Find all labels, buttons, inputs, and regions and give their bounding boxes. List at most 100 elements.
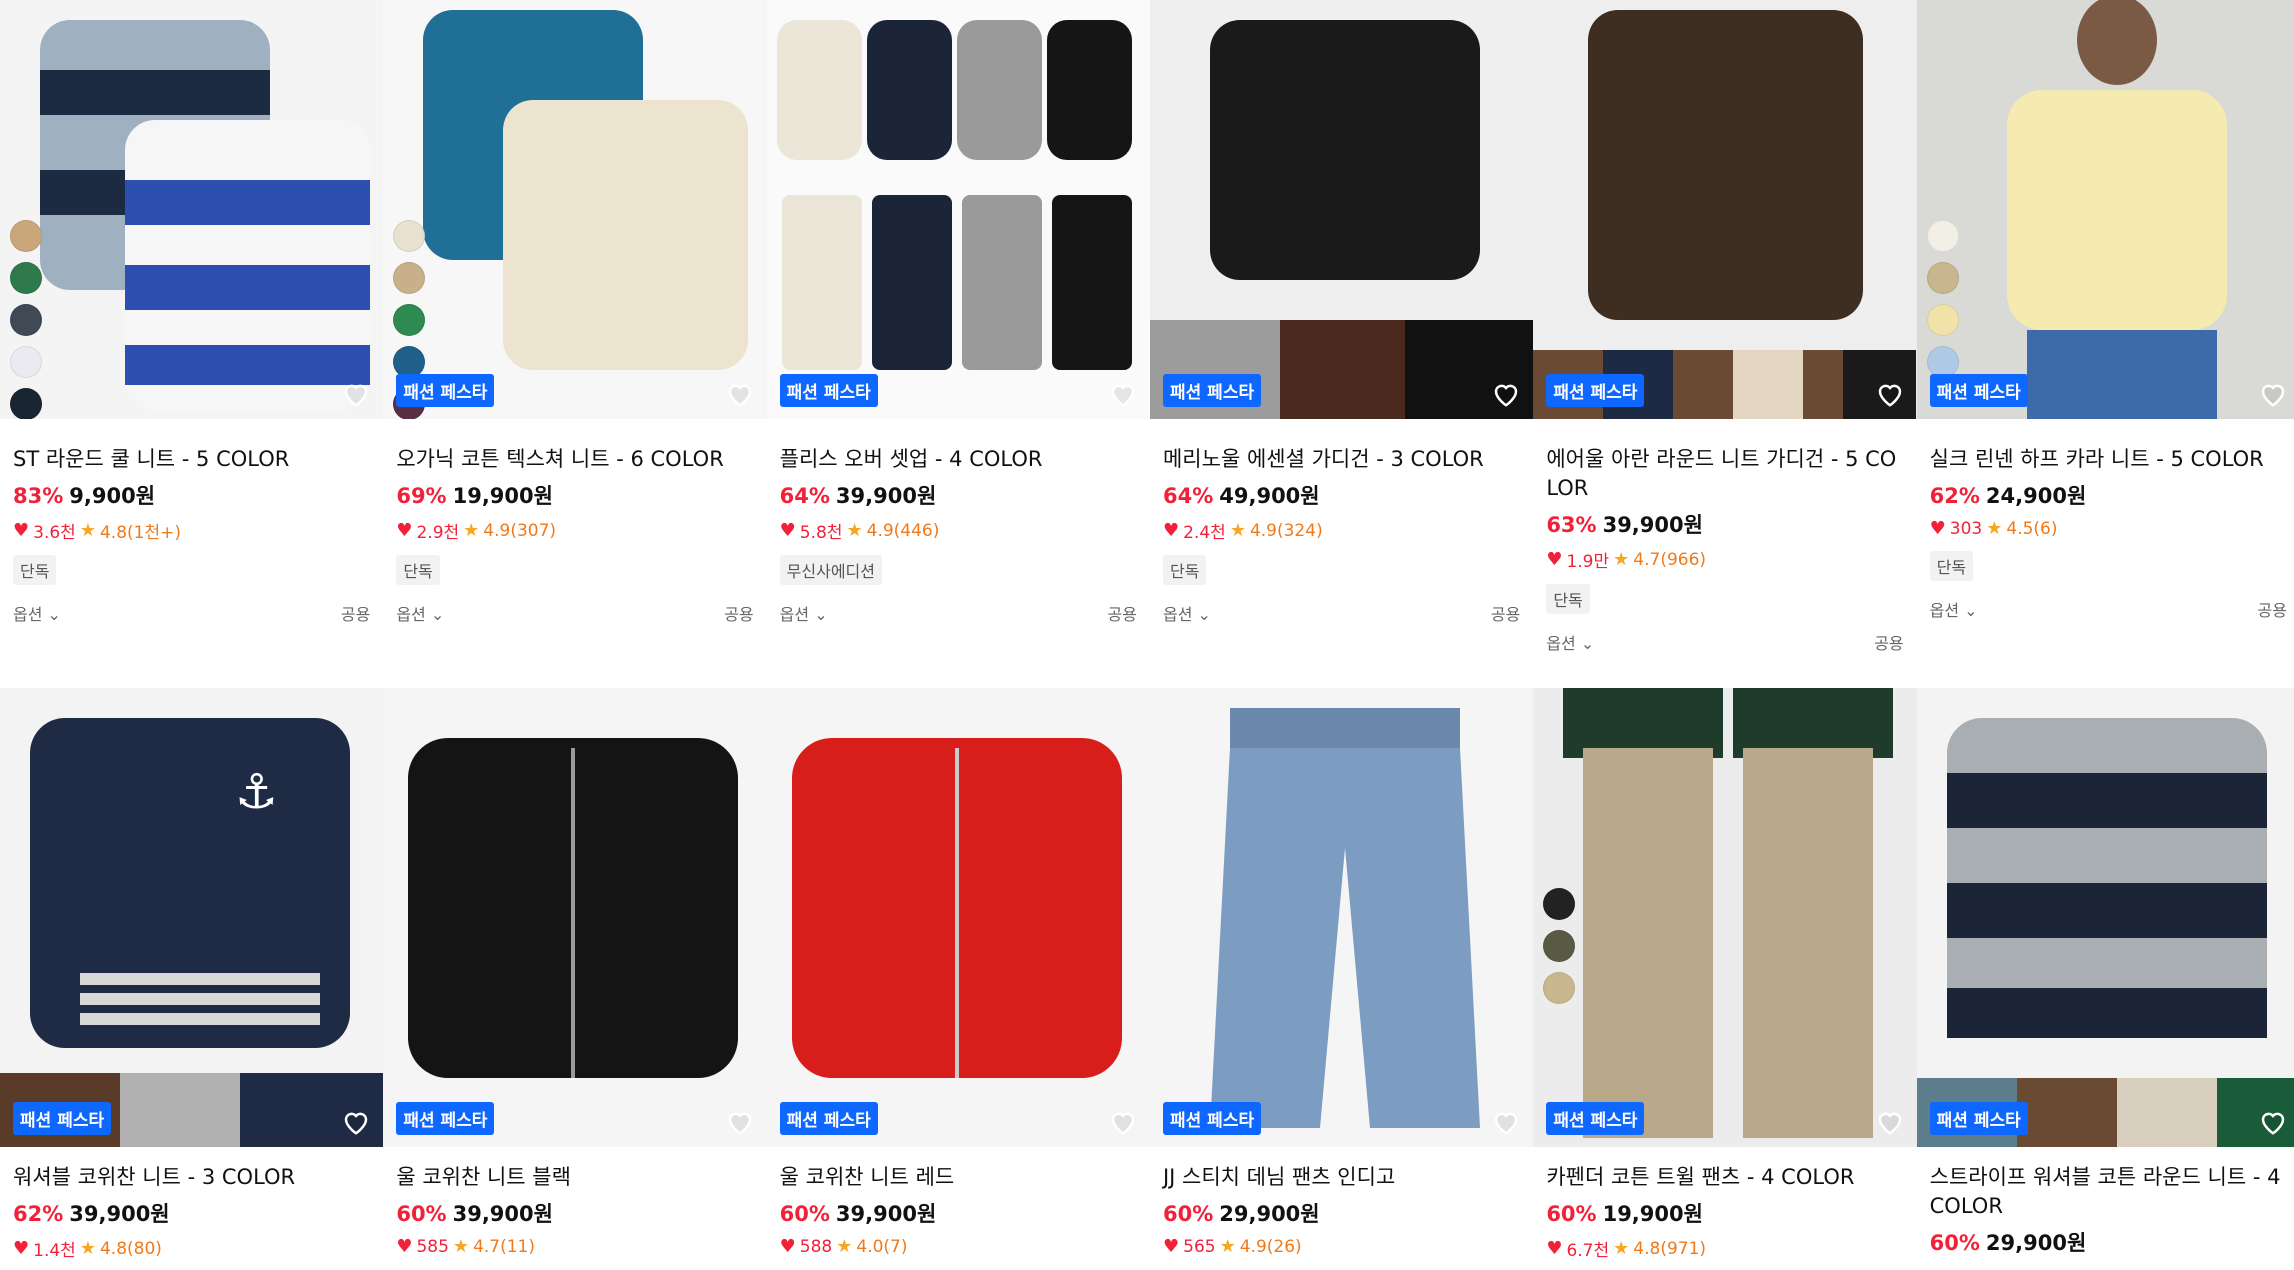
- product-photo: [40, 20, 370, 410]
- product-image[interactable]: 패션 페스타: [383, 688, 767, 1147]
- product-card[interactable]: 패션 페스타 JJ 스티치 데님 팬츠 인디고 60% 29,900원 ♥ 565 ★…: [1149, 688, 1534, 1270]
- option-dropdown[interactable]: 옵션: [396, 601, 444, 625]
- product-image[interactable]: ⚓ 패션 페스타: [0, 688, 384, 1147]
- product-title[interactable]: ST 라운드 쿨 니트 - 5 COLOR: [13, 445, 370, 474]
- product-card[interactable]: 패션 페스타 스트라이프 워셔블 코튼 라운드 니트 - 4 COLOR 60%…: [1916, 688, 2294, 1270]
- product-image[interactable]: 패션 페스타: [1916, 0, 2294, 419]
- product-title[interactable]: 울 코위찬 니트 레드: [780, 1163, 1137, 1192]
- option-dropdown[interactable]: 옵션: [1546, 630, 1594, 654]
- heart-filled-icon: ♥: [396, 1236, 413, 1257]
- gender-label: 공용: [1874, 634, 1904, 653]
- color-swatch[interactable]: [1543, 972, 1576, 1004]
- like-count: 6.7천: [1566, 1241, 1610, 1261]
- color-swatch[interactable]: [1926, 262, 1959, 294]
- product-photo: [423, 10, 749, 370]
- option-dropdown[interactable]: 옵션: [13, 601, 61, 625]
- option-dropdown[interactable]: 옵션: [780, 601, 828, 625]
- heart-icon[interactable]: [1875, 379, 1905, 409]
- like-count: 585: [416, 1236, 449, 1257]
- product-title[interactable]: 메리노울 에센셜 가디건 - 3 COLOR: [1163, 445, 1520, 474]
- color-swatch[interactable]: [1926, 220, 1959, 252]
- product-title[interactable]: 에어울 아란 라운드 니트 가디건 - 5 COLOR: [1546, 445, 1903, 503]
- product-card[interactable]: 패션 페스타 울 코위찬 니트 레드 60% 39,900원 ♥ 588 ★ 4.0(7…: [766, 688, 1150, 1270]
- option-dropdown[interactable]: 옵션: [1930, 597, 1978, 621]
- product-image[interactable]: 패션 페스타: [1533, 0, 1917, 419]
- star-icon: ★: [463, 520, 480, 541]
- product-card[interactable]: 패션 페스타 카펜더 코튼 트윌 팬츠 - 4 COLOR 60% 19,900원…: [1533, 688, 1917, 1270]
- discount-rate: 60%: [1162, 1202, 1214, 1226]
- heart-filled-icon: ♥: [1162, 520, 1180, 541]
- color-swatch[interactable]: [1926, 304, 1959, 336]
- product-card[interactable]: 패션 페스타 메리노울 에센셜 가디건 - 3 COLOR 64% 49,900원…: [1149, 0, 1534, 688]
- product-card[interactable]: 패션 페스타 오가닉 코튼 텍스쳐 니트 - 6 COLOR 69% 19,900…: [383, 0, 767, 688]
- product-tag: 단독: [1546, 584, 1590, 614]
- color-swatch[interactable]: [10, 304, 42, 336]
- option-dropdown[interactable]: 옵션: [1163, 601, 1211, 625]
- star-icon: ★: [452, 1236, 470, 1257]
- product-image[interactable]: 패션 페스타: [383, 0, 767, 419]
- product-image[interactable]: 패션 페스타: [1149, 688, 1534, 1147]
- price-row: 60% 39,900원: [780, 1198, 1137, 1228]
- product-card[interactable]: 패션 페스타 플리스 오버 셋업 - 4 COLOR 64% 39,900원 ♥ 5…: [766, 0, 1150, 688]
- color-swatch[interactable]: [10, 262, 42, 294]
- product-image[interactable]: 패션 페스타: [1533, 688, 1917, 1147]
- heart-icon[interactable]: [1491, 379, 1521, 409]
- heart-icon[interactable]: [725, 1107, 755, 1137]
- product-image[interactable]: 패션 페스타: [1149, 0, 1534, 419]
- rating: 4.7(966): [1633, 549, 1707, 570]
- product-card[interactable]: 패션 페스타 실크 린넨 하프 카라 니트 - 5 COLOR 62% 24,90…: [1916, 0, 2294, 688]
- color-swatch[interactable]: [10, 388, 42, 419]
- price-row: 60% 29,900원: [1930, 1227, 2287, 1257]
- star-icon: ★: [846, 520, 863, 541]
- heart-filled-icon: ♥: [1546, 549, 1563, 570]
- color-swatch[interactable]: [393, 304, 426, 336]
- price-row: 63% 39,900원: [1546, 509, 1903, 539]
- discount-rate: 64%: [1162, 484, 1214, 508]
- product-title[interactable]: 플리스 오버 셋업 - 4 COLOR: [780, 445, 1137, 474]
- like-count: 1.4천: [33, 1241, 76, 1261]
- star-icon: ★: [79, 520, 96, 541]
- product-title[interactable]: 워셔블 코위찬 니트 - 3 COLOR: [13, 1163, 370, 1192]
- product-grid: 패션 페스타 ST 라운드 쿨 니트 - 5 COLOR 83%9,900원 ♥…: [0, 0, 2294, 1270]
- product-tag: 단독: [1162, 555, 1207, 585]
- heart-icon[interactable]: [2258, 379, 2288, 409]
- product-image[interactable]: 패션 페스타: [0, 0, 384, 419]
- review-row: ♥ 1.4천 ★ 4.8(80): [13, 1236, 370, 1261]
- product-photo: ⚓: [0, 718, 383, 1147]
- product-image[interactable]: 패션 페스타: [766, 0, 1150, 419]
- color-swatches: [1543, 888, 1576, 1004]
- product-card[interactable]: 패션 페스타 ST 라운드 쿨 니트 - 5 COLOR 83%9,900원 ♥…: [0, 0, 384, 688]
- product-card[interactable]: ⚓ 패션 페스타 워셔블 코위찬 니트 - 3 COLOR 62% 39,900원…: [0, 688, 384, 1270]
- heart-icon[interactable]: [725, 379, 755, 409]
- rating: 4.8(971): [1633, 1238, 1707, 1259]
- product-title[interactable]: 실크 린넨 하프 카라 니트 - 5 COLOR: [1930, 445, 2287, 474]
- color-swatch[interactable]: [10, 346, 42, 378]
- heart-icon[interactable]: [1875, 1107, 1905, 1137]
- sale-price: 19,900원: [1602, 1202, 1703, 1226]
- product-title[interactable]: 스트라이프 워셔블 코튼 라운드 니트 - 4 COLOR: [1930, 1163, 2287, 1221]
- color-swatch[interactable]: [1543, 888, 1576, 920]
- product-image[interactable]: 패션 페스타: [1916, 688, 2294, 1147]
- review-row: ♥ 2.4천 ★ 4.9(324): [1163, 518, 1520, 543]
- like-count: 565: [1183, 1236, 1216, 1257]
- product-photo: [1149, 20, 1533, 419]
- product-title[interactable]: 오가닉 코튼 텍스쳐 니트 - 6 COLOR: [396, 445, 753, 474]
- heart-icon[interactable]: [341, 379, 371, 409]
- heart-icon[interactable]: [1108, 1107, 1138, 1137]
- product-card[interactable]: 패션 페스타 울 코위찬 니트 블랙 60% 39,900원 ♥ 585 ★ 4.7(1…: [383, 688, 767, 1270]
- sale-price: 39,900원: [1602, 513, 1703, 537]
- product-image[interactable]: 패션 페스타: [766, 688, 1150, 1147]
- product-title[interactable]: 카펜더 코튼 트윌 팬츠 - 4 COLOR: [1546, 1163, 1903, 1192]
- color-swatch[interactable]: [393, 220, 426, 252]
- product-card[interactable]: 패션 페스타 에어울 아란 라운드 니트 가디건 - 5 COLOR 63% 39…: [1533, 0, 1917, 688]
- heart-icon[interactable]: [341, 1107, 371, 1137]
- heart-icon[interactable]: [1491, 1107, 1521, 1137]
- product-title[interactable]: JJ 스티치 데님 팬츠 인디고: [1163, 1163, 1520, 1192]
- review-row: ♥ 1.9만 ★ 4.7(966): [1546, 547, 1903, 572]
- heart-icon[interactable]: [2258, 1107, 2288, 1137]
- color-swatch[interactable]: [10, 220, 42, 252]
- color-swatch[interactable]: [393, 262, 426, 294]
- product-title[interactable]: 울 코위찬 니트 블랙: [396, 1163, 753, 1192]
- color-swatch[interactable]: [1543, 930, 1576, 962]
- heart-icon[interactable]: [1108, 379, 1138, 409]
